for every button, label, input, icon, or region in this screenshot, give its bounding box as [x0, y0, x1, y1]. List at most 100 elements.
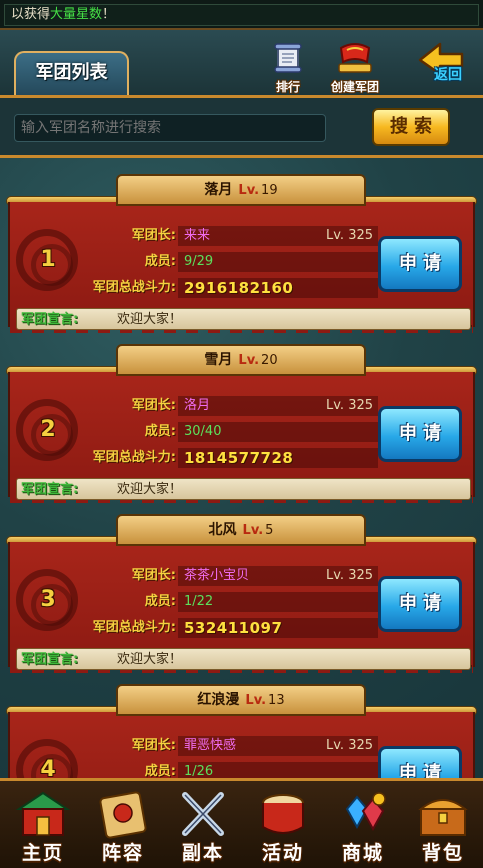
members-count: 1/22 [184, 594, 214, 609]
create-legion-label: 创建军团 [330, 80, 379, 94]
flag-icon [338, 43, 372, 73]
nav-lineup-label: 阵容 [101, 842, 144, 864]
announcement-prefix: 以获得 [11, 7, 51, 22]
members-label: 成员: [144, 594, 176, 609]
treasure-chest-icon [418, 799, 468, 836]
drum-icon [262, 794, 304, 834]
legion-name-plate: 雪月 Lv. 20 [116, 344, 366, 376]
legion-level-value: 19 [261, 183, 278, 198]
legion-level: Lv. 5 [243, 523, 274, 538]
members-count: 30/40 [184, 424, 222, 439]
legion-level-prefix: Lv. [238, 353, 260, 368]
apply-button[interactable]: 申请 [378, 746, 462, 778]
page-title: 军团列表 [14, 51, 129, 95]
nav-bag-label: 背包 [421, 842, 464, 864]
leader-level: Lv. 325 [326, 568, 374, 583]
legion-name-plate: 红浪漫 Lv. 13 [116, 684, 366, 716]
apply-button[interactable]: 申请 [378, 406, 462, 462]
motto-bar: 军团宣言: 欢迎大家！ [16, 478, 471, 500]
members-label: 成员: [144, 424, 176, 439]
apply-button[interactable]: 申请 [378, 236, 462, 292]
nav-home-label: 主页 [21, 842, 64, 864]
create-legion-button[interactable]: 创建军团 [320, 40, 390, 95]
power-label: 军团总战斗力: [92, 280, 176, 295]
legion-card: 红浪漫 Lv. 13 4 军团长: 罪恶快感 Lv. 325 成员: 1/26 申请 [6, 684, 477, 778]
rank-button-label: 排行 [275, 80, 300, 94]
nav-events[interactable]: 活动 [246, 789, 320, 868]
leader-label: 军团长: [131, 568, 176, 583]
legion-name: 雪月 [204, 352, 233, 368]
members-count: 9/29 [184, 254, 214, 269]
leader-level: Lv. 325 [326, 398, 374, 413]
nav-events-label: 活动 [261, 842, 304, 864]
search-button[interactable]: 搜索 [372, 108, 450, 146]
motto-text: 欢迎大家！ [117, 312, 183, 327]
legion-name: 落月 [204, 182, 233, 198]
announcement-text: 以获得大量星数！ [4, 4, 479, 26]
nav-shop[interactable]: 商城 [326, 789, 400, 868]
leader-level: Lv. 325 [326, 228, 374, 243]
leader-name: 罪恶快感 [184, 738, 237, 753]
power-value: 532411097 [184, 619, 283, 637]
power-value: 2916182160 [184, 279, 294, 297]
scroll-icon [274, 43, 302, 73]
announcement-bar: 以获得大量星数！ [0, 0, 483, 30]
legion-level-value: 20 [261, 353, 278, 368]
members-count: 1/26 [184, 764, 214, 778]
motto-label: 军团宣言: [21, 652, 79, 667]
nav-dungeon-label: 副本 [181, 842, 224, 864]
back-button-label: 返回 [434, 67, 462, 83]
nav-lineup[interactable]: 阵容 [86, 789, 160, 868]
search-input[interactable] [14, 114, 326, 142]
leader-label: 军团长: [131, 738, 176, 753]
legion-card: 雪月 Lv. 20 2 军团长: 洛月 Lv. 325 成员: 30/40 军团总战… [6, 344, 477, 503]
legion-level: Lv. 13 [245, 693, 284, 708]
members-label: 成员: [144, 764, 176, 778]
power-label: 军团总战斗力: [92, 450, 176, 465]
rank-button[interactable]: 排行 [258, 40, 318, 95]
power-value: 1814577728 [184, 449, 294, 467]
motto-text: 欢迎大家！ [117, 652, 183, 667]
header: 军团列表 排行 创建军团 返回 [0, 30, 483, 98]
legion-name: 北风 [208, 522, 237, 538]
scroll-icon [99, 791, 147, 839]
legion-level-prefix: Lv. [245, 693, 267, 708]
members-label: 成员: [144, 254, 176, 269]
legion-name: 红浪漫 [197, 692, 240, 708]
nav-dungeon[interactable]: 副本 [166, 789, 240, 868]
palace-icon [15, 791, 71, 836]
legion-card: 落月 Lv. 19 1 军团长: 来来 Lv. 325 成员: 9/29 军团总战斗… [6, 174, 477, 333]
legion-level-value: 13 [268, 693, 285, 708]
legion-level-value: 5 [265, 523, 274, 538]
motto-bar: 军团宣言: 欢迎大家！ [16, 648, 471, 670]
leader-name: 来来 [184, 228, 211, 243]
motto-label: 军团宣言: [21, 482, 79, 497]
nav-shop-label: 商城 [341, 842, 384, 864]
legion-list[interactable]: 落月 Lv. 19 1 军团长: 来来 Lv. 325 成员: 9/29 军团总战斗… [0, 158, 483, 778]
gems-icon [345, 792, 386, 832]
back-button[interactable]: 返回 [402, 40, 478, 98]
leader-name: 洛月 [184, 398, 211, 413]
crossed-swords-icon [182, 792, 224, 836]
leader-label: 军团长: [131, 228, 176, 243]
legion-level-prefix: Lv. [242, 523, 264, 538]
legion-name-plate: 北风 Lv. 5 [116, 514, 366, 546]
legion-level: Lv. 19 [238, 183, 277, 198]
nav-home[interactable]: 主页 [6, 789, 80, 868]
apply-button[interactable]: 申请 [378, 576, 462, 632]
leader-name: 茶茶小宝贝 [184, 568, 250, 583]
search-bar: 搜索 [0, 98, 483, 158]
power-label: 军团总战斗力: [92, 620, 176, 635]
motto-text: 欢迎大家！ [117, 482, 183, 497]
motto-bar: 军团宣言: 欢迎大家！ [16, 308, 471, 330]
announcement-suffix: ！ [102, 7, 116, 22]
legion-name-plate: 落月 Lv. 19 [116, 174, 366, 206]
announcement-highlight: 大量星数 [50, 7, 103, 22]
motto-label: 军团宣言: [21, 312, 79, 327]
legion-level-prefix: Lv. [238, 183, 260, 198]
nav-bag[interactable]: 背包 [406, 789, 480, 868]
leader-level: Lv. 325 [326, 738, 374, 753]
bottom-nav: 主页 阵容 副本 活动 商城 背包 [0, 778, 483, 868]
leader-label: 军团长: [131, 398, 176, 413]
legion-level: Lv. 20 [238, 353, 277, 368]
